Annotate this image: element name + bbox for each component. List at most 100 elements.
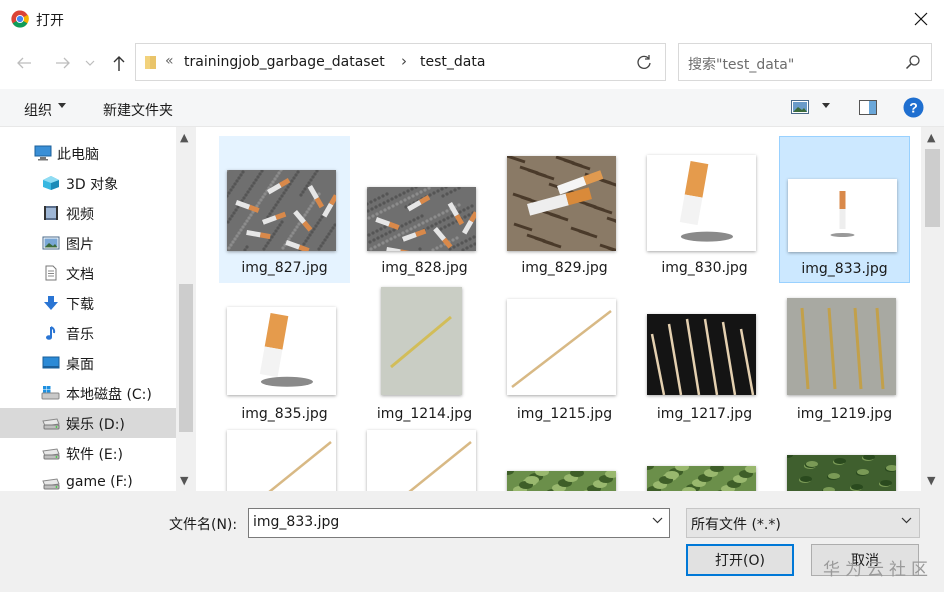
new-folder-button[interactable]: 新建文件夹	[103, 100, 173, 120]
close-button[interactable]	[898, 0, 944, 38]
back-arrow-icon	[17, 57, 31, 69]
sidebar-item-6[interactable]: 音乐	[0, 318, 176, 348]
breadcrumb-dataset[interactable]: trainingjob_garbage_dataset	[184, 54, 385, 70]
forward-arrow-icon	[56, 57, 70, 69]
sidebar-item-label: 音乐	[66, 327, 94, 343]
file-tile[interactable]: img_1219.jpg	[779, 282, 910, 429]
sidebar-item-7[interactable]: 桌面	[0, 348, 176, 378]
open-button[interactable]: 打开(O)	[686, 544, 794, 576]
sidebar-item-1[interactable]: 3D 对象	[0, 168, 176, 198]
file-tile[interactable]: img_829.jpg	[499, 136, 630, 283]
sidebar-item-2[interactable]: 视频	[0, 198, 176, 228]
scroll-up-icon[interactable]: ▲	[927, 131, 935, 144]
desktop-icon	[42, 355, 60, 371]
filename-value[interactable]: img_833.jpg	[253, 514, 339, 530]
sidebar-item-3[interactable]: 图片	[0, 228, 176, 258]
filetype-select[interactable]: 所有文件 (*.*)	[686, 508, 920, 538]
scroll-up-icon[interactable]: ▲	[180, 131, 188, 144]
file-tile[interactable]: img_1215.jpg	[499, 282, 630, 429]
file-name: img_833.jpg	[801, 261, 888, 277]
help-icon[interactable]: ?	[903, 97, 924, 118]
sidebar-item-5[interactable]: 下载	[0, 288, 176, 318]
file-tile[interactable]	[359, 428, 490, 491]
file-name: img_1214.jpg	[376, 406, 473, 422]
file-name: img_829.jpg	[521, 260, 608, 276]
command-bar: 组织 新建文件夹	[0, 89, 944, 127]
sidebar-item-4[interactable]: 文档	[0, 258, 176, 288]
file-tile[interactable]	[219, 428, 350, 491]
sidebar-item-9[interactable]: 娱乐 (D:)	[0, 408, 176, 438]
overflow-marker[interactable]: «	[165, 53, 174, 69]
file-thumbnail	[787, 455, 896, 491]
scroll-down-icon[interactable]: ▼	[180, 474, 188, 487]
search-icon	[905, 55, 920, 70]
title-bar: 打开	[0, 0, 944, 38]
file-name: img_835.jpg	[241, 406, 328, 422]
preview-pane-icon[interactable]	[859, 100, 877, 115]
breadcrumb-separator[interactable]: ›	[401, 52, 407, 70]
sidebar-item-11[interactable]: game (F:)	[0, 468, 176, 491]
file-name: img_1215.jpg	[516, 406, 613, 422]
search-input[interactable]: 搜索"test_data"	[678, 43, 932, 81]
navigation-scrollbar[interactable]: ▲ ▼	[176, 127, 196, 491]
pictures-icon	[42, 235, 60, 251]
file-tile[interactable]	[499, 428, 630, 491]
file-tile[interactable]: img_835.jpg	[219, 282, 350, 429]
address-bar[interactable]: « trainingjob_garbage_dataset › test_dat…	[135, 43, 666, 81]
caret-down-icon[interactable]	[822, 103, 830, 108]
window-title: 打开	[36, 13, 64, 29]
sidebar-item-label: 图片	[66, 237, 94, 253]
recent-locations-button[interactable]	[82, 51, 98, 75]
file-tile[interactable]: img_833.jpg	[779, 136, 910, 283]
file-thumbnail	[647, 466, 756, 491]
file-tile[interactable]: img_827.jpg	[219, 136, 350, 283]
file-name: img_1219.jpg	[796, 406, 893, 422]
footer-panel: 文件名(N): img_833.jpg 所有文件 (*.*) 打开(O) 取消 …	[0, 491, 944, 592]
sidebar-item-label: 本地磁盘 (C:)	[66, 387, 152, 403]
file-tile[interactable]: img_830.jpg	[639, 136, 770, 283]
sidebar-item-label: 文档	[66, 267, 94, 283]
refresh-button[interactable]	[623, 43, 666, 81]
sidebar-item-label: 3D 对象	[66, 177, 119, 193]
file-list-scrollbar[interactable]: ▲ ▼	[921, 127, 944, 491]
sidebar-item-0[interactable]: 此电脑	[0, 138, 176, 168]
forward-button[interactable]	[51, 51, 75, 75]
file-tile[interactable]: img_828.jpg	[359, 136, 490, 283]
file-list: img_827.jpg img_828.jpg img_829.jpg img_830…	[197, 127, 921, 491]
file-tile[interactable]: img_1217.jpg	[639, 282, 770, 429]
file-name: img_828.jpg	[381, 260, 468, 276]
sidebar-item-8[interactable]: 本地磁盘 (C:)	[0, 378, 176, 408]
sidebar-item-label: 桌面	[66, 357, 94, 373]
filename-input[interactable]: img_833.jpg	[248, 508, 670, 538]
filetype-value[interactable]: 所有文件 (*.*)	[691, 514, 781, 534]
back-button[interactable]	[12, 51, 36, 75]
folder-icon	[145, 56, 156, 69]
refresh-icon	[637, 55, 651, 69]
file-thumbnail	[507, 156, 616, 251]
change-view-icon[interactable]	[791, 100, 809, 114]
file-tile[interactable]	[779, 428, 910, 491]
sidebar-item-10[interactable]: 软件 (E:)	[0, 438, 176, 468]
file-thumbnail	[507, 471, 616, 491]
sidebar-item-label: 下载	[66, 297, 94, 313]
scroll-down-icon[interactable]: ▼	[927, 474, 935, 487]
sidebar-item-label: 视频	[66, 207, 94, 223]
scrollbar-thumb[interactable]	[179, 284, 193, 432]
scrollbar-thumb[interactable]	[925, 149, 940, 227]
up-button[interactable]	[107, 51, 131, 75]
documents-icon	[42, 265, 60, 281]
file-thumbnail	[788, 179, 897, 252]
organize-button[interactable]: 组织	[24, 100, 52, 120]
search-placeholder: 搜索"test_data"	[688, 57, 795, 73]
windows-drive-icon	[41, 385, 60, 401]
file-thumbnail	[367, 430, 476, 491]
file-tile[interactable]	[639, 428, 770, 491]
file-tile[interactable]: img_1214.jpg	[359, 282, 490, 429]
breadcrumb-test-data[interactable]: test_data	[420, 54, 485, 70]
chevron-down-icon[interactable]	[901, 517, 912, 524]
chevron-down-icon[interactable]	[652, 517, 663, 524]
file-name: img_827.jpg	[241, 260, 328, 276]
close-icon	[914, 12, 928, 26]
watermark: 华为云社区	[823, 560, 933, 580]
file-thumbnail	[787, 298, 896, 395]
